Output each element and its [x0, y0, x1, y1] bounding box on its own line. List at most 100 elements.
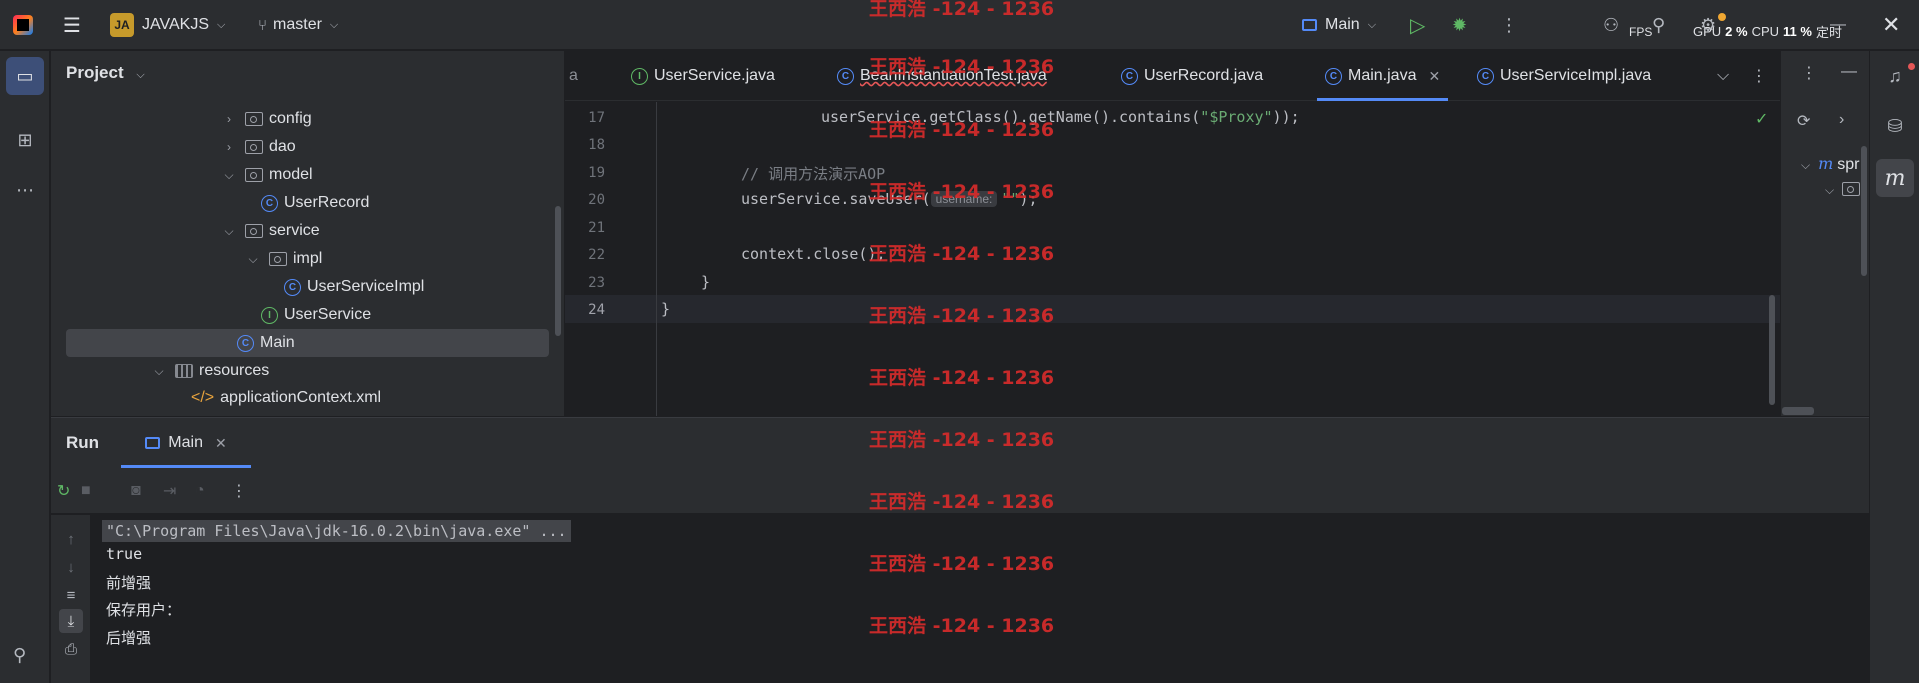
project-scrollbar[interactable]: [555, 206, 561, 336]
tree-item-config[interactable]: › config: [221, 105, 312, 133]
console-command-line[interactable]: "C:\Program Files\Java\jdk-16.0.2\bin\ja…: [102, 520, 571, 542]
structure-tool-icon[interactable]: ⊞: [6, 121, 44, 159]
chevron-down-icon[interactable]: ⌵: [1717, 51, 1729, 101]
tree-item-model[interactable]: ⌵ model: [221, 161, 313, 189]
maven-lifecycle-node[interactable]: ⌵: [1825, 181, 1866, 199]
string-literal: "": [1001, 190, 1020, 208]
close-tab-icon[interactable]: ✕: [1428, 68, 1440, 85]
search-everywhere-icon[interactable]: ⚲: [1652, 0, 1665, 50]
chevron-down-icon[interactable]: ⌵: [221, 168, 237, 183]
search-icon[interactable]: ⚲: [13, 645, 26, 666]
rerun-icon[interactable]: ↻: [57, 468, 70, 514]
run-tab-label: Main: [168, 434, 203, 451]
tree-item-label: config: [269, 110, 312, 127]
code-with-me-icon[interactable]: ⚇: [1603, 0, 1619, 50]
class-icon: C: [837, 67, 854, 85]
tab-label: UserServiceImpl.java: [1500, 67, 1652, 84]
chevron-down-icon: ⌵: [1367, 18, 1377, 31]
project-tool-window: Project ⌵ › config › dao ⌵ model C UserR…: [51, 51, 603, 416]
code-line-23: }: [701, 273, 710, 291]
project-view-selector[interactable]: Project ⌵: [66, 63, 145, 83]
tab-userrecord-java[interactable]: C UserRecord.java: [1121, 51, 1263, 101]
tree-item-label: applicationContext.xml: [220, 389, 382, 406]
tree-item-label: model: [269, 166, 313, 183]
tree-item-resources[interactable]: ⌵ resources: [151, 357, 269, 385]
editor-scrollbar[interactable]: [1769, 295, 1775, 405]
tree-item-dao[interactable]: › dao: [221, 133, 296, 161]
tab-main-java[interactable]: C Main.java ✕: [1316, 51, 1449, 101]
chevron-right-icon[interactable]: ›: [221, 140, 237, 154]
more-actions-icon[interactable]: ⋮: [231, 468, 247, 514]
fps-label: FPS: [1629, 25, 1653, 39]
run-side-toolbar: ↑ ↓ ≡ ⤓ ⎙: [51, 515, 91, 683]
down-arrow-icon[interactable]: ↓: [59, 555, 83, 579]
hide-panel-icon[interactable]: —: [1841, 63, 1857, 81]
interface-icon: I: [631, 67, 648, 85]
scroll-to-end-icon[interactable]: ⤓: [59, 609, 83, 633]
tab-userserviceimpl-java[interactable]: C UserServiceImpl.java: [1477, 51, 1651, 101]
main-menu-icon[interactable]: ☰: [60, 0, 84, 50]
profiler-icon[interactable]: ◔: [195, 468, 205, 514]
minimize-window-icon[interactable]: —: [1830, 0, 1846, 50]
database-icon[interactable]: ⛁: [1876, 107, 1914, 145]
console-output[interactable]: "C:\Program Files\Java\jdk-16.0.2\bin\ja…: [102, 515, 1806, 683]
code-editor[interactable]: userService.getClass().getName().contain…: [565, 102, 1780, 416]
up-arrow-icon[interactable]: ↑: [59, 527, 83, 551]
debug-button[interactable]: ✹: [1452, 0, 1467, 50]
tree-item-applicationcontext[interactable]: </> applicationContext.xml: [191, 385, 381, 411]
chevron-down-icon[interactable]: ⌵: [245, 252, 261, 267]
no-problems-check-icon[interactable]: ✓: [1755, 109, 1768, 129]
package-folder-icon: [245, 140, 263, 154]
tree-item-service[interactable]: ⌵ service: [221, 217, 319, 245]
close-window-icon[interactable]: ✕: [1882, 0, 1900, 50]
maven-tool-icon[interactable]: m: [1876, 159, 1914, 197]
maven-icon: m: [1818, 154, 1834, 173]
settings-gear-icon[interactable]: ⚙: [1700, 0, 1716, 50]
tab-beaninstantiationtest-java[interactable]: C BeanInstantiationTest.java: [837, 51, 1047, 101]
exit-icon[interactable]: ⇥: [163, 468, 176, 514]
editor-area: a I UserService.java C BeanInstantiation…: [565, 51, 1780, 416]
more-tool-windows-icon[interactable]: ⋯: [6, 171, 44, 209]
close-tab-icon[interactable]: ✕: [215, 435, 227, 452]
project-selector[interactable]: JA JAVAKJS ⌵: [110, 0, 225, 50]
maven-scrollbar[interactable]: [1861, 146, 1867, 276]
code-text: userService.saveUser(: [741, 190, 931, 208]
run-configuration-selector[interactable]: Main ⌵: [1302, 0, 1376, 50]
more-tabs-icon[interactable]: ⋮: [1751, 51, 1767, 101]
tab-userservice-java[interactable]: I UserService.java: [631, 51, 775, 101]
soft-wrap-icon[interactable]: ≡: [59, 583, 83, 607]
chevron-down-icon[interactable]: ⌵: [151, 364, 167, 379]
notifications-bell-icon[interactable]: ♫: [1876, 57, 1914, 95]
run-config-icon: [1302, 19, 1317, 31]
intellij-logo-icon[interactable]: [12, 0, 34, 50]
cpu-value: 11 %: [1783, 23, 1812, 39]
code-line-17: userService.getClass().getName().contain…: [821, 108, 1300, 126]
editor-horizontal-scrollbar[interactable]: [1782, 407, 1814, 415]
project-tool-folder-icon[interactable]: ▭: [6, 57, 44, 95]
more-options-icon[interactable]: ⋮: [1801, 63, 1817, 83]
console-line: 后增强: [106, 629, 152, 647]
tree-item-userrecord[interactable]: C UserRecord: [261, 189, 369, 217]
print-icon[interactable]: ⎙: [59, 637, 83, 661]
maven-project-node[interactable]: ⌵ m spr: [1801, 154, 1860, 174]
code-text: userService.getClass().getName().contain…: [821, 108, 1201, 126]
tab-truncated[interactable]: a: [569, 51, 578, 101]
chevron-down-icon[interactable]: ⌵: [221, 224, 237, 239]
tree-item-userservice[interactable]: I UserService: [261, 301, 371, 329]
chevron-right-icon[interactable]: ›: [221, 112, 237, 126]
dump-threads-camera-icon[interactable]: ◙: [131, 468, 141, 514]
notification-badge: [1908, 63, 1915, 70]
tree-item-userserviceimpl[interactable]: C UserServiceImpl: [284, 273, 424, 301]
more-actions-icon[interactable]: ⋮: [1500, 0, 1518, 50]
run-button[interactable]: ▷: [1410, 0, 1425, 50]
reload-icon[interactable]: ⟳: [1797, 111, 1810, 131]
tree-item-main[interactable]: C Main: [66, 329, 549, 357]
cpu-label: CPU: [1751, 23, 1780, 39]
stop-icon[interactable]: ■: [81, 468, 91, 514]
run-tab-main[interactable]: Main ✕: [121, 418, 251, 468]
vcs-branch-selector[interactable]: ⑂ master ⌵: [258, 0, 338, 50]
tree-item-impl[interactable]: ⌵ impl: [245, 245, 322, 273]
chevron-right-icon[interactable]: ›: [1839, 111, 1844, 129]
code-line-22: context.close();: [741, 245, 886, 263]
class-icon: C: [1121, 67, 1138, 85]
